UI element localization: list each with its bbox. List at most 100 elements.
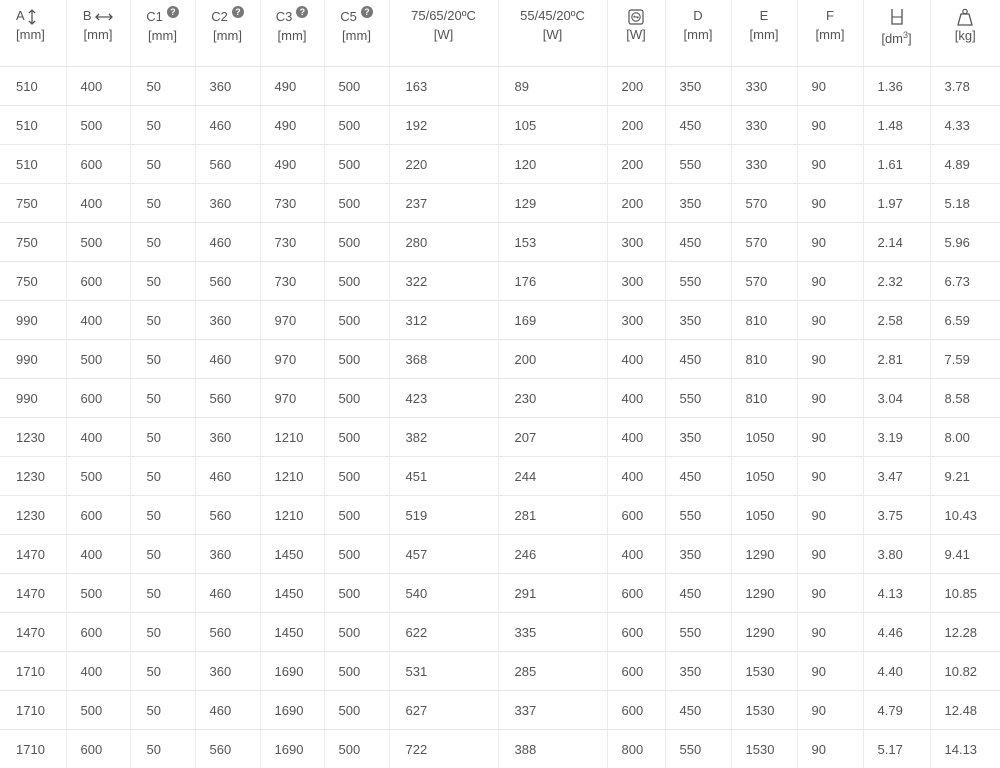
cell-c1: 50 [130,457,195,496]
header-a-label: A [16,8,24,23]
cell-f: 90 [797,574,863,613]
cell-kg: 10.82 [930,652,1000,691]
cell-c1: 50 [130,613,195,652]
cell-a: 750 [0,223,66,262]
cell-c5: 500 [324,106,389,145]
cell-p75: 519 [389,496,498,535]
cell-e: 330 [731,67,797,106]
water-volume-icon [890,8,904,26]
cell-vol: 3.47 [863,457,930,496]
cell-e: 1290 [731,613,797,652]
cell-c2: 560 [195,730,260,768]
cell-e: 810 [731,379,797,418]
cell-e: 1530 [731,652,797,691]
cell-b: 500 [66,106,130,145]
cell-kg: 3.78 [930,67,1000,106]
cell-c2: 560 [195,262,260,301]
table-row: 14705005046014505005402916004501290904.1… [0,574,1000,613]
help-icon[interactable]: ? [232,6,244,18]
cell-p55: 105 [498,106,607,145]
cell-el: 600 [607,574,665,613]
header-f: F [mm] [797,0,863,67]
header-c5-unit: [mm] [342,28,371,43]
weight-icon [957,8,973,26]
cell-vol: 4.40 [863,652,930,691]
cell-c1: 50 [130,691,195,730]
cell-d: 350 [665,184,731,223]
cell-a: 990 [0,301,66,340]
cell-b: 500 [66,574,130,613]
cell-p55: 335 [498,613,607,652]
cell-c5: 500 [324,535,389,574]
cell-vol: 3.19 [863,418,930,457]
header-a: A [mm] [0,0,66,67]
table-row: 14706005056014505006223356005501290904.4… [0,613,1000,652]
help-icon[interactable]: ? [361,6,373,18]
cell-kg: 8.00 [930,418,1000,457]
cell-p55: 207 [498,418,607,457]
header-c1-unit: [mm] [148,28,177,43]
cell-kg: 4.33 [930,106,1000,145]
header-d-unit: [mm] [684,27,713,42]
cell-kg: 14.13 [930,730,1000,768]
cell-f: 90 [797,691,863,730]
cell-f: 90 [797,652,863,691]
cell-p75: 622 [389,613,498,652]
cell-el: 800 [607,730,665,768]
cell-kg: 12.48 [930,691,1000,730]
cell-c3: 1210 [260,457,324,496]
cell-c5: 500 [324,379,389,418]
cell-d: 550 [665,379,731,418]
cell-e: 1530 [731,730,797,768]
cell-e: 810 [731,340,797,379]
cell-b: 600 [66,613,130,652]
cell-c1: 50 [130,379,195,418]
cell-e: 1290 [731,574,797,613]
cell-b: 600 [66,145,130,184]
cell-d: 450 [665,574,731,613]
table-row: 99060050560970500423230400550810903.048.… [0,379,1000,418]
cell-c2: 360 [195,301,260,340]
cell-p55: 285 [498,652,607,691]
help-icon[interactable]: ? [167,6,179,18]
cell-c3: 1210 [260,496,324,535]
cell-f: 90 [797,262,863,301]
vertical-arrow-icon [28,9,36,25]
cell-d: 550 [665,145,731,184]
cell-d: 450 [665,223,731,262]
cell-c2: 560 [195,496,260,535]
cell-vol: 5.17 [863,730,930,768]
cell-c3: 1690 [260,652,324,691]
header-e-label: E [734,6,795,25]
cell-b: 400 [66,418,130,457]
cell-p75: 531 [389,652,498,691]
cell-f: 90 [797,145,863,184]
cell-d: 550 [665,730,731,768]
cell-e: 1530 [731,691,797,730]
cell-c5: 500 [324,613,389,652]
header-electric-unit: [W] [626,27,646,42]
cell-f: 90 [797,613,863,652]
cell-c1: 50 [130,730,195,768]
cell-kg: 10.43 [930,496,1000,535]
cell-a: 990 [0,379,66,418]
cell-a: 510 [0,67,66,106]
cell-vol: 1.36 [863,67,930,106]
help-icon[interactable]: ? [296,6,308,18]
cell-p55: 89 [498,67,607,106]
cell-c1: 50 [130,301,195,340]
table-row: 5104005036049050016389200350330901.363.7… [0,67,1000,106]
cell-c1: 50 [130,106,195,145]
cell-a: 1230 [0,496,66,535]
cell-kg: 4.89 [930,145,1000,184]
cell-d: 550 [665,496,731,535]
cell-p75: 423 [389,379,498,418]
cell-d: 450 [665,691,731,730]
cell-c5: 500 [324,301,389,340]
cell-f: 90 [797,184,863,223]
cell-p75: 237 [389,184,498,223]
cell-vol: 4.79 [863,691,930,730]
table-body: 5104005036049050016389200350330901.363.7… [0,67,1000,768]
cell-vol: 4.13 [863,574,930,613]
cell-f: 90 [797,535,863,574]
